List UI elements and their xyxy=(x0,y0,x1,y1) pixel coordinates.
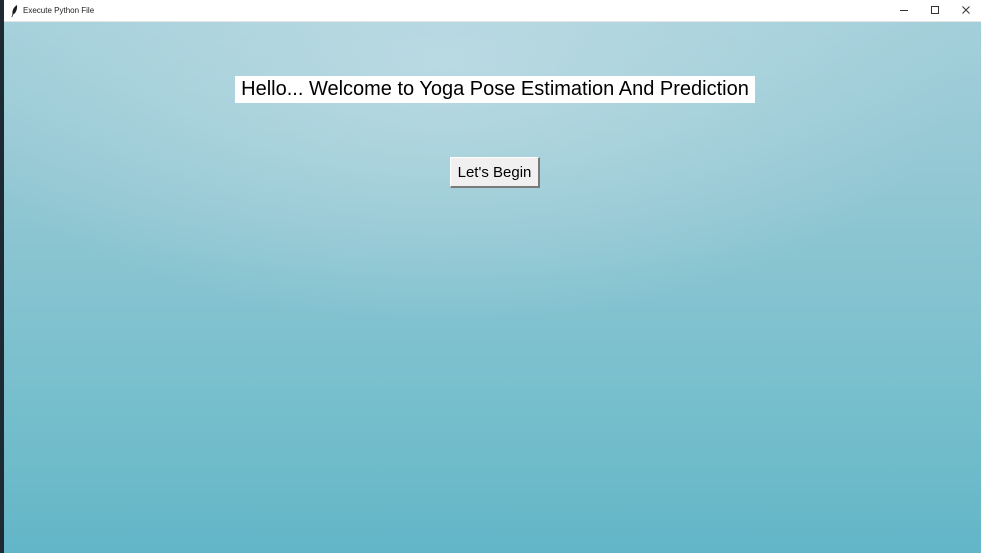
close-icon xyxy=(961,2,971,20)
maximize-button[interactable] xyxy=(919,0,950,21)
maximize-icon xyxy=(930,2,940,20)
title-bar[interactable]: Execute Python File xyxy=(4,0,981,22)
welcome-heading: Hello... Welcome to Yoga Pose Estimation… xyxy=(235,76,755,103)
window-controls xyxy=(888,0,981,21)
app-window: Execute Python File Hello... Welcome to … xyxy=(0,0,981,553)
feather-icon xyxy=(9,4,19,18)
minimize-icon xyxy=(899,2,909,20)
app-canvas: Hello... Welcome to Yoga Pose Estimation… xyxy=(4,22,981,553)
window-title: Execute Python File xyxy=(23,6,95,15)
close-button[interactable] xyxy=(950,0,981,21)
minimize-button[interactable] xyxy=(888,0,919,21)
lets-begin-button[interactable]: Let's Begin xyxy=(450,157,540,188)
